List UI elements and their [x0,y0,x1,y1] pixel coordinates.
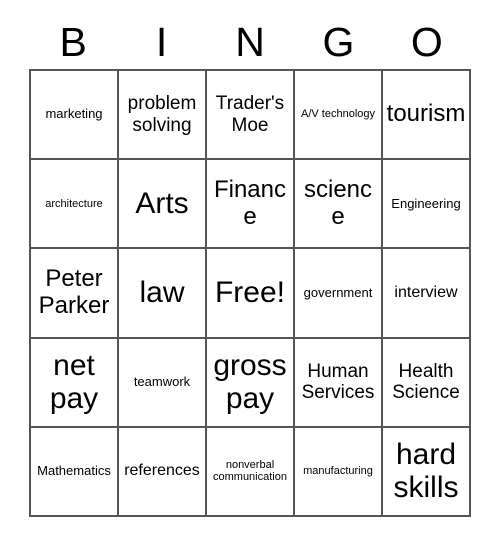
bingo-grid: marketing problem solving Trader's Moe A/V … [29,69,471,517]
bingo-cell-label: A/V technology [301,108,375,121]
bingo-cell-label: hard skills [393,437,459,505]
bingo-cell[interactable]: A/V technology [295,71,383,161]
bingo-cell-label: Free! [214,276,286,310]
bingo-cell-label: architecture [45,197,103,210]
bingo-cell-label: Mathematics [37,463,111,479]
bingo-cell-label: Trader's Moe [215,93,285,136]
bingo-cell[interactable]: gross pay [207,338,295,428]
bingo-cell[interactable]: Trader's Moe [207,71,295,161]
bingo-cell[interactable]: teamwork [119,338,207,428]
bingo-cell[interactable]: Free! [207,249,295,339]
bingo-cell-label: references [124,462,200,480]
bingo-header: B I N G O [29,18,471,66]
bingo-cell-label: Human Services [301,360,375,404]
bingo-cell[interactable]: net pay [31,338,119,428]
bingo-cell-label: law [139,276,185,310]
bingo-cell-label: nonverbal communication [213,459,287,484]
bingo-cell[interactable]: Arts [119,160,207,250]
bingo-cell[interactable]: references [119,427,207,517]
bingo-cell[interactable]: government [295,249,383,339]
bingo-cell-label: government [303,284,373,300]
bingo-cell[interactable]: Peter Parker [31,249,119,339]
bingo-cell-label: Peter Parker [38,265,110,319]
bingo-card: B I N G O marketing problem solving Trader… [0,0,500,544]
header-letter-b: B [59,18,87,65]
bingo-cell[interactable]: Human Services [295,338,383,428]
bingo-cell[interactable]: tourism [383,71,471,161]
bingo-cell[interactable]: Mathematics [31,427,119,517]
bingo-cell-label: manufacturing [303,465,373,478]
bingo-cell-label: marketing [45,106,103,122]
bingo-cell[interactable]: manufacturing [295,427,383,517]
bingo-cell[interactable]: science [295,160,383,250]
bingo-cell-label: problem solving [127,93,197,136]
bingo-cell-label: Finance [213,175,287,230]
header-letter-o: O [410,18,443,65]
bingo-cell-label: science [303,175,373,230]
bingo-cell[interactable]: Finance [207,160,295,250]
bingo-cell[interactable]: nonverbal communication [207,427,295,517]
bingo-cell-label: Health Science [392,360,460,404]
bingo-cell-label: interview [394,284,458,302]
bingo-cell[interactable]: Engineering [383,160,471,250]
bingo-cell-label: teamwork [133,373,191,389]
bingo-cell-label: gross pay [213,348,287,416]
bingo-cell-label: tourism [386,100,466,128]
bingo-cell-label: net pay [49,348,99,416]
header-letter-n: N [235,18,265,65]
bingo-cell[interactable]: interview [383,249,471,339]
header-letter-i: I [155,18,168,65]
bingo-cell-label: Arts [135,186,189,220]
bingo-cell[interactable]: architecture [31,160,119,250]
bingo-cell[interactable]: Health Science [383,338,471,428]
bingo-cell[interactable]: law [119,249,207,339]
bingo-cell[interactable]: problem solving [119,71,207,161]
header-letter-g: G [322,18,355,65]
bingo-cell[interactable]: hard skills [383,427,471,517]
bingo-cell-label: Engineering [391,195,461,211]
bingo-cell[interactable]: marketing [31,71,119,161]
